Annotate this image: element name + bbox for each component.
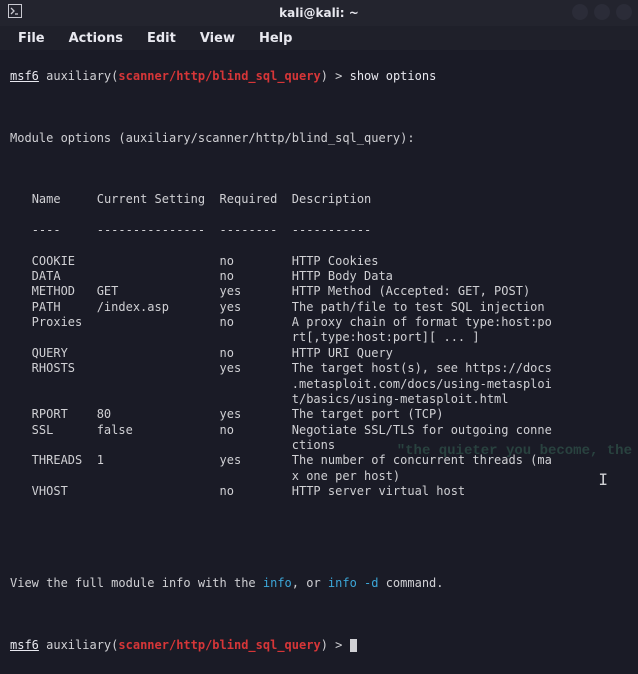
- prompt-prefix: msf6: [10, 69, 39, 83]
- prompt-aux: auxiliary(: [39, 638, 118, 652]
- options-header: Name Current Setting Required Descriptio…: [10, 192, 628, 207]
- prompt-prefix: msf6: [10, 638, 39, 652]
- option-row-cont: t/basics/using-metasploit.html: [10, 392, 628, 407]
- option-row: VHOST no HTTP server virtual host: [10, 484, 628, 499]
- option-row: SSL false no Negotiate SSL/TLS for outgo…: [10, 423, 628, 438]
- titlebar: kali@kali: ~: [0, 0, 638, 26]
- minimize-button[interactable]: [572, 4, 588, 20]
- option-row-cont: x one per host): [10, 469, 628, 484]
- prompt-module: scanner/http/blind_sql_query: [118, 69, 320, 83]
- option-row-cont: .metasploit.com/docs/using-metasploi: [10, 377, 628, 392]
- close-button[interactable]: [616, 4, 632, 20]
- option-row: DATA no HTTP Body Data: [10, 269, 628, 284]
- module-options-header: Module options (auxiliary/scanner/http/b…: [10, 131, 628, 146]
- maximize-button[interactable]: [594, 4, 610, 20]
- option-row: METHOD GET yes HTTP Method (Accepted: GE…: [10, 284, 628, 299]
- menu-view[interactable]: View: [190, 29, 245, 48]
- option-row: THREADS 1 yes The number of concurrent t…: [10, 453, 628, 468]
- cursor: [350, 639, 357, 652]
- option-row-cont: rt[,type:host:port][ ... ]: [10, 330, 628, 345]
- col-description: Description: [292, 192, 371, 206]
- prompt-close: ) >: [321, 638, 350, 652]
- command-entered: show options: [350, 69, 437, 83]
- option-row-cont: ctions: [10, 438, 628, 453]
- option-row: RPORT 80 yes The target port (TCP): [10, 407, 628, 422]
- prompt-line-2[interactable]: msf6 auxiliary(scanner/http/blind_sql_qu…: [10, 638, 628, 653]
- menu-file[interactable]: File: [8, 29, 55, 48]
- col-current: Current Setting: [97, 192, 205, 206]
- terminal-output[interactable]: msf6 auxiliary(scanner/http/blind_sql_qu…: [0, 50, 638, 674]
- option-row: COOKIE no HTTP Cookies: [10, 254, 628, 269]
- info-cmd: info: [263, 576, 292, 590]
- menubar: File Actions Edit View Help: [0, 26, 638, 50]
- prompt-line-1: msf6 auxiliary(scanner/http/blind_sql_qu…: [10, 69, 628, 84]
- col-name: Name: [32, 192, 61, 206]
- menu-help[interactable]: Help: [249, 29, 302, 48]
- terminal-icon: [8, 4, 22, 22]
- prompt-aux: auxiliary(: [39, 69, 118, 83]
- prompt-module: scanner/http/blind_sql_query: [118, 638, 320, 652]
- footer-line: View the full module info with the info,…: [10, 576, 628, 591]
- prompt-close: ) >: [321, 69, 350, 83]
- window-controls: [572, 4, 632, 20]
- option-row: Proxies no A proxy chain of format type:…: [10, 315, 628, 330]
- option-row: QUERY no HTTP URI Query: [10, 346, 628, 361]
- options-underline: ---- --------------- -------- ----------…: [10, 223, 628, 238]
- menu-edit[interactable]: Edit: [137, 29, 186, 48]
- option-row: PATH /index.asp yes The path/file to tes…: [10, 300, 628, 315]
- col-required: Required: [220, 192, 278, 206]
- option-row: RHOSTS yes The target host(s), see https…: [10, 361, 628, 376]
- window-title: kali@kali: ~: [279, 6, 359, 20]
- info-d-cmd: info -d: [328, 576, 379, 590]
- options-table: COOKIE no HTTP Cookies DATA no HTTP Body…: [10, 254, 628, 500]
- menu-actions[interactable]: Actions: [59, 29, 133, 48]
